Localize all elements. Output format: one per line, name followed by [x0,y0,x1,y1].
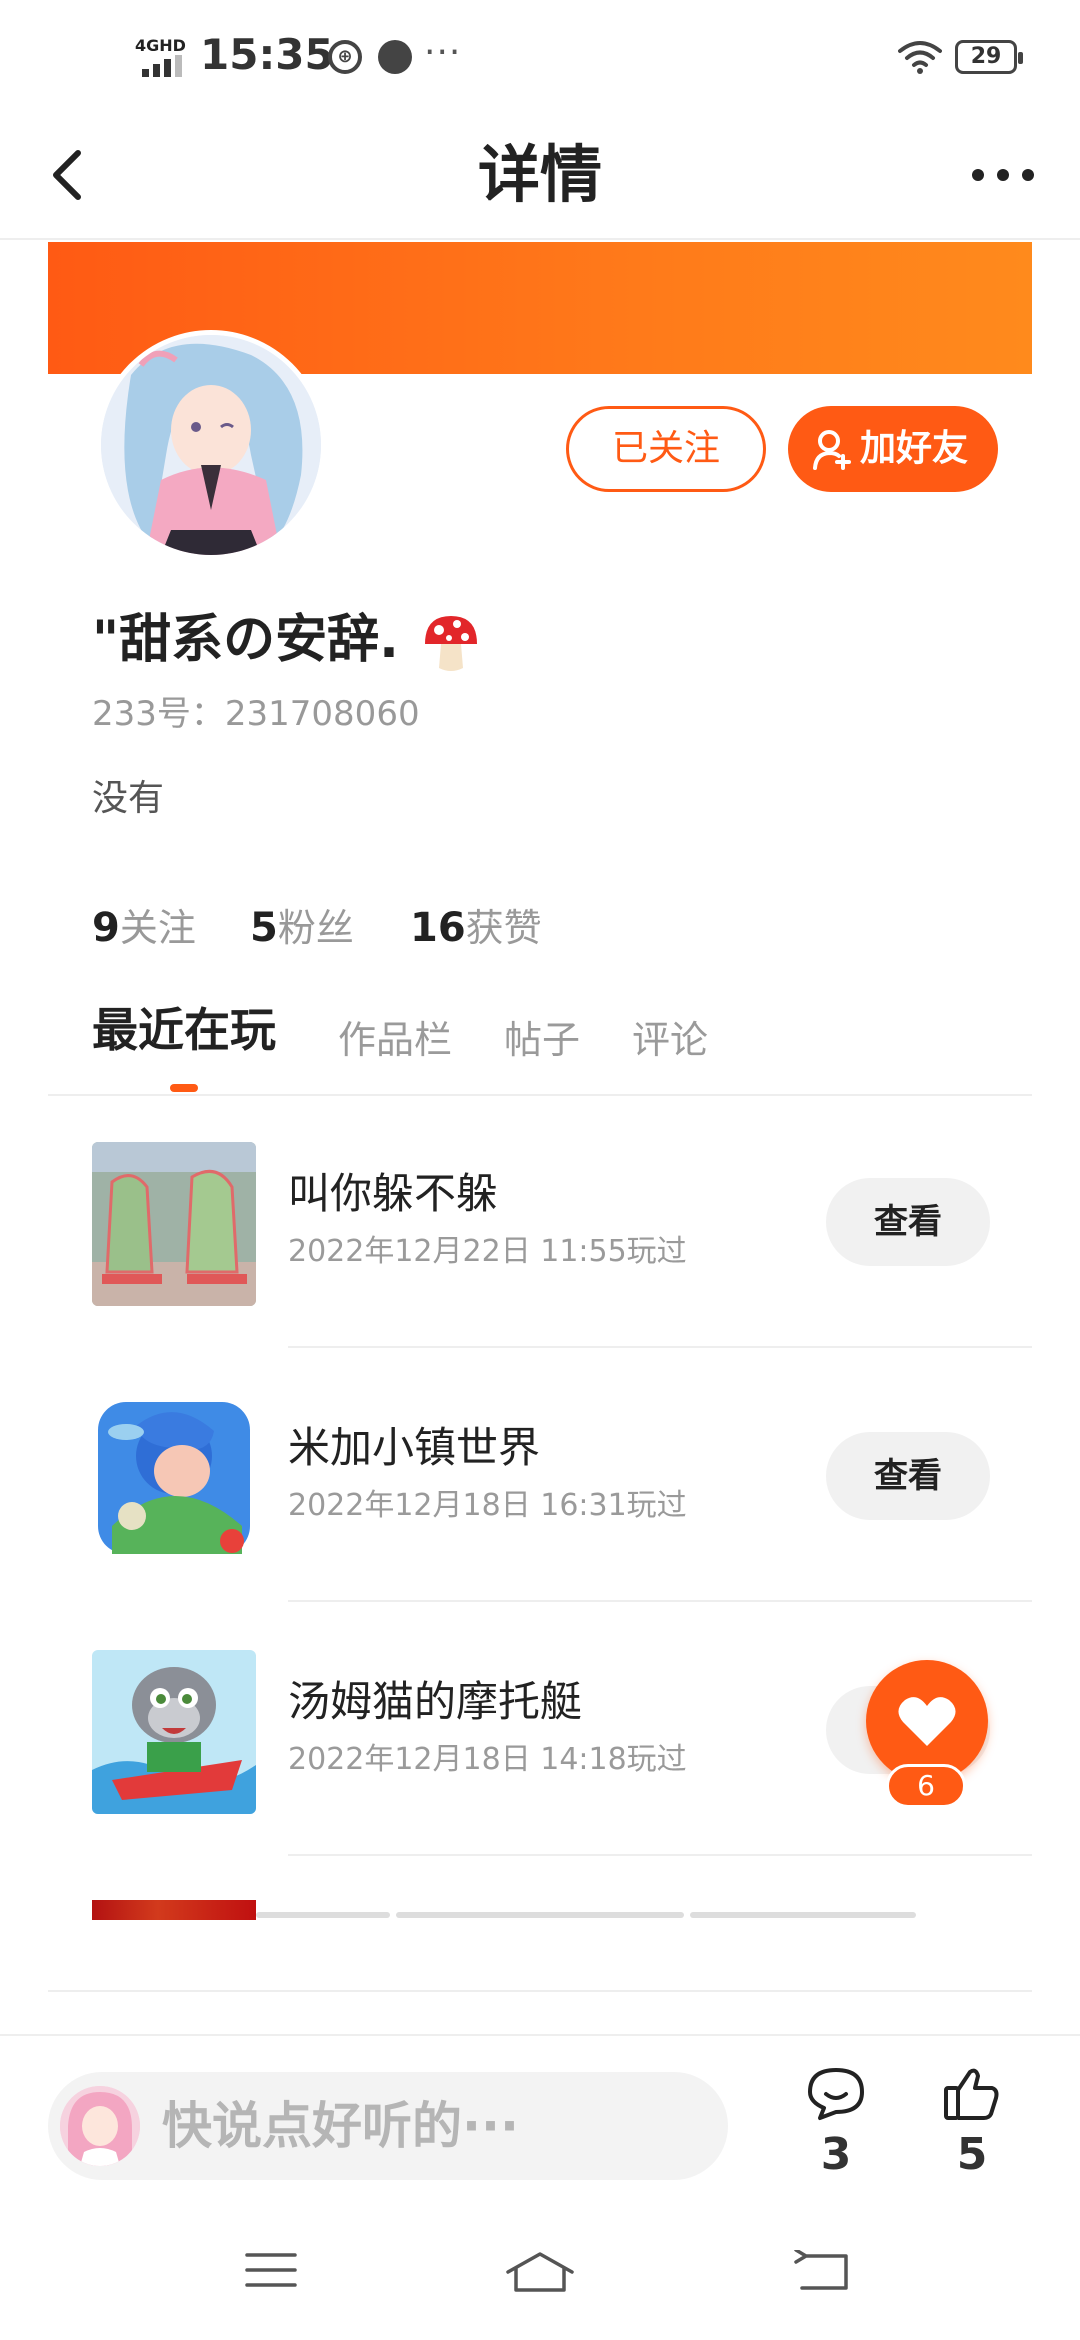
active-tab-indicator [170,1084,198,1092]
data-saver-icon: ⊕ [328,40,362,74]
game-name: 米加小镇世界 [288,1423,541,1472]
heart-icon [898,1697,956,1746]
scroll-indicator [256,1912,390,1918]
like-count: 5 [956,2129,988,2180]
scroll-indicator [396,1912,684,1918]
stat-label: 获赞 [465,906,542,950]
system-navigation-bar [0,2200,1080,2340]
status-bar: 4GHD 15:35 ⊕ ··· 29 [0,0,1080,110]
stat-fans[interactable]: 5粉丝 [250,900,354,956]
stat-label: 关注 [119,906,196,950]
more-options-icon[interactable] [968,160,1038,190]
divider [48,1990,1032,1992]
stat-value: 5 [250,905,278,951]
comment-action[interactable]: 3 [796,2066,876,2180]
battery-icon: 29 [955,40,1023,74]
top-navigation-bar: 详情 [0,110,1080,240]
clock: 15:35 [200,30,334,79]
followed-button[interactable]: 已关注 [566,406,766,492]
signal-icon [142,55,182,77]
game-played-time: 2022年12月18日 16:31玩过 [288,1488,687,1523]
game-icon [92,1650,256,1814]
add-friend-label: 加好友 [860,428,969,469]
nickname-text: "甜系の安辞. [92,610,399,670]
list-item[interactable]: 米加小镇世界 2022年12月18日 16:31玩过 查看 [48,1350,1032,1602]
network-type: 4GHD [135,36,186,55]
back-nav-icon[interactable] [792,2250,852,2294]
avatar-illustration [101,335,321,555]
game-played-time: 2022年12月18日 14:18玩过 [288,1742,687,1777]
menu-icon[interactable] [244,2250,298,2290]
divider [288,1346,1032,1348]
game-name: 叫你躲不躲 [288,1169,499,1218]
my-avatar [60,2086,140,2166]
list-item[interactable]: 叫你躲不躲 2022年12月22日 11:55玩过 查看 [48,1096,1032,1348]
profile-nickname: "甜系の安辞. [92,608,481,674]
comment-input[interactable]: 快说点好听的··· [48,2072,728,2180]
game-name: 汤姆猫的摩托艇 [288,1677,583,1726]
user-id: 233号：231708060 [92,694,420,734]
notification-icon [378,40,412,74]
thumbs-up-icon [944,2068,999,2120]
stat-likes[interactable]: 16获赞 [410,900,542,956]
comment-count: 3 [820,2129,852,2180]
avatar[interactable] [96,330,326,560]
game-icon [92,1396,256,1560]
tab-posts[interactable]: 帖子 [504,1012,580,1068]
view-game-button[interactable]: 查看 [826,1432,990,1520]
stat-value: 16 [410,905,466,951]
game-icon-partial [92,1900,256,1920]
comment-icon [808,2068,864,2120]
view-game-button[interactable]: 查看 [826,1178,990,1266]
profile-detail-page: 4GHD 15:35 ⊕ ··· 29 详情 已关注 加好友 "甜系の安辞. 2… [0,0,1080,2340]
wifi-icon [898,41,942,74]
divider [288,1854,1032,1856]
add-friend-button[interactable]: 加好友 [788,406,998,492]
page-title: 详情 [477,138,602,211]
mushroom-emoji-icon [424,616,477,671]
user-bio: 没有 [92,778,165,819]
tab-recent-played[interactable]: 最近在玩 [92,1002,276,1058]
tab-comments[interactable]: 评论 [632,1012,708,1068]
stat-value: 9 [92,905,120,951]
comment-placeholder: 快说点好听的··· [162,2097,519,2155]
stat-label: 粉丝 [277,906,354,950]
game-icon [92,1142,256,1306]
home-icon[interactable] [504,2250,576,2294]
add-friend-icon [813,430,851,470]
like-action[interactable]: 5 [932,2066,1012,2180]
game-played-time: 2022年12月22日 11:55玩过 [288,1234,687,1269]
stat-following[interactable]: 9关注 [92,900,196,956]
divider [288,1600,1032,1602]
more-notifications-icon: ··· [424,32,462,73]
floating-like-count: 6 [886,1764,966,1808]
scroll-indicator [690,1912,916,1918]
bottom-comment-bar: 快说点好听的··· 3 5 [0,2034,1080,2184]
tab-works[interactable]: 作品栏 [338,1012,452,1068]
profile-tabs: 最近在玩 作品栏 帖子 评论 [48,1000,1032,1096]
